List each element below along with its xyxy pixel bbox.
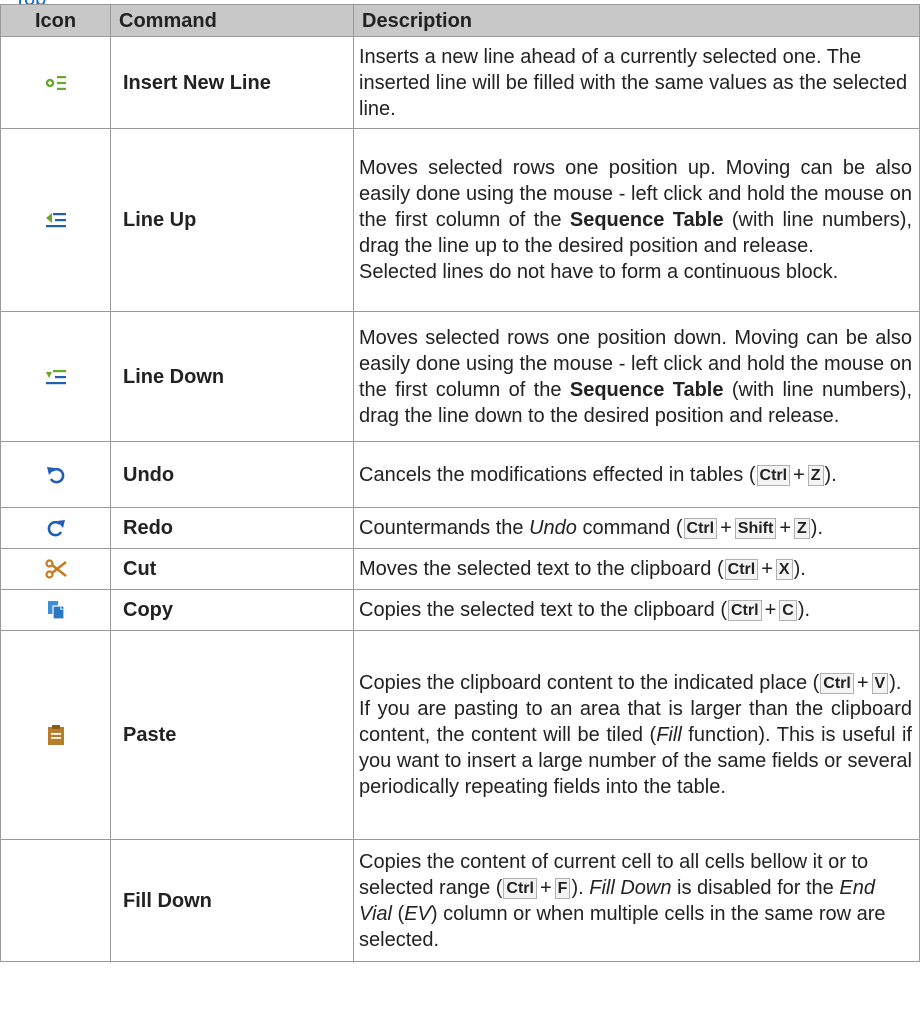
insert-line-icon	[45, 75, 66, 90]
command-description: Moves selected rows one position down. M…	[353, 311, 920, 442]
command-name: Line Down	[110, 311, 354, 442]
ctrl-key: Ctrl	[820, 673, 854, 694]
table-row: Insert New Line Inserts a new line ahead…	[0, 36, 920, 129]
command-description: Countermands the Undo command (Ctrl + Shif…	[353, 507, 920, 549]
ctrl-key: Ctrl	[503, 877, 537, 899]
paste-icon	[47, 725, 64, 745]
command-name: Redo	[110, 507, 354, 549]
table-header-row: Icon Command Description	[0, 4, 920, 37]
undo-icon	[46, 466, 64, 483]
command-name: Paste	[110, 630, 354, 840]
line-down-icon	[45, 369, 66, 384]
icon-cell	[0, 589, 111, 631]
table-row: Cut Moves the selected text to the clipb…	[0, 548, 920, 590]
ctrl-key: Ctrl	[756, 464, 791, 486]
icon-cell	[0, 507, 111, 549]
shift-key: Shift	[734, 518, 777, 539]
icon-cell	[0, 441, 111, 508]
description-column-header: Description	[353, 4, 920, 37]
x-key: X	[775, 559, 793, 580]
command-description: Moves the selected text to the clipboard…	[353, 548, 920, 590]
icon-cell	[0, 36, 111, 129]
icon-cell	[0, 128, 111, 312]
table-row: Fill Down Copies the content of current …	[0, 839, 920, 962]
table-row: Line Up Moves selected rows one position…	[0, 128, 920, 312]
command-description: Copies the clipboard content to the indi…	[353, 630, 920, 840]
command-description: Copies the content of current cell to al…	[353, 839, 920, 962]
command-name: Line Up	[110, 128, 354, 312]
command-name: Copy	[110, 589, 354, 631]
copy-icon	[47, 601, 65, 620]
command-description: Copies the selected text to the clipboar…	[353, 589, 920, 631]
z-key: Z	[807, 464, 824, 486]
f-key: F	[554, 877, 571, 899]
command-name: Fill Down	[110, 839, 354, 962]
icon-cell	[0, 839, 111, 962]
v-key: V	[871, 673, 889, 694]
ctrl-key: Ctrl	[728, 600, 762, 621]
icon-cell	[0, 548, 111, 590]
table-row: Undo Cancels the modifications effected …	[0, 441, 920, 508]
command-name: Insert New Line	[110, 36, 354, 129]
command-description: Moves selected rows one position up. Mov…	[353, 128, 920, 312]
command-description: Cancels the modifications effected in ta…	[353, 441, 920, 508]
commands-table: Icon Command Description Insert New Line…	[0, 4, 920, 962]
command-description: Inserts a new line ahead of a currently …	[353, 36, 920, 129]
table-row: Line Down Moves selected rows one positi…	[0, 311, 920, 442]
ctrl-key: Ctrl	[683, 518, 718, 539]
icon-cell	[0, 630, 111, 840]
ctrl-key: Ctrl	[724, 559, 759, 580]
cut-icon	[44, 559, 67, 579]
command-column-header: Command	[110, 4, 354, 37]
command-name: Cut	[110, 548, 354, 590]
line-up-icon	[45, 213, 66, 228]
c-key: C	[779, 600, 797, 621]
command-name: Undo	[110, 441, 354, 508]
table-row: Copy Copies the selected text to the cli…	[0, 589, 920, 631]
table-row: Redo Countermands the Undo command (Ctrl…	[0, 507, 920, 549]
table-row: Paste Copies the clipboard content to th…	[0, 630, 920, 840]
z-key: Z	[794, 518, 810, 539]
redo-icon	[47, 520, 65, 537]
icon-cell	[0, 311, 111, 442]
icon-column-header: Icon	[0, 4, 111, 37]
